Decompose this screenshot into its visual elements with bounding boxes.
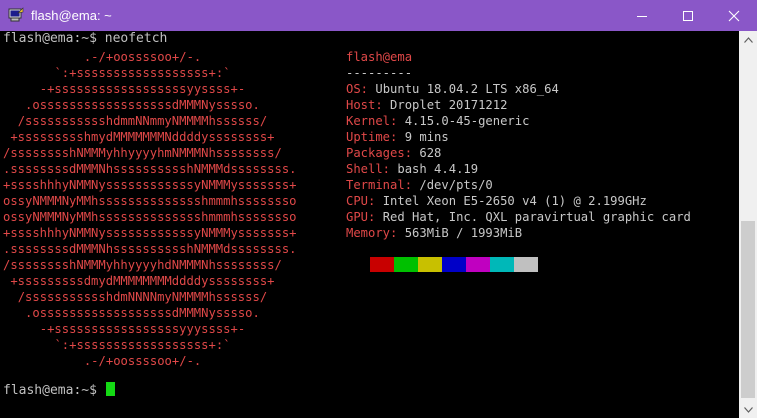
info-key: CPU:: [346, 194, 376, 208]
logo-line: /ssssssssssshdmmNNmmyNMMMMhssssss/: [17, 114, 268, 128]
logo-line: +sssshhhyNMMNyssssssssssssyNMMMysssssss+: [3, 178, 297, 192]
logo-line: ossyNMMMNyMMhsssssssssssssshmmmhssssssso: [3, 194, 297, 208]
info-value: Red Hat, Inc. QXL paravirtual graphic ca…: [375, 210, 691, 224]
color-swatch: [418, 257, 442, 272]
logo-line: /sssssssshNMMMyhhyyyyhmNMMMNhssssssss/: [3, 146, 282, 160]
info-value: 9 mins: [397, 130, 449, 144]
scroll-down-button[interactable]: [739, 401, 757, 418]
window-title: flash@ema: ~: [31, 8, 112, 23]
logo-line: /sssssssshNMMMyhhyyyyhdNMMMNhssssssss/: [3, 258, 282, 272]
chevron-up-icon: [743, 36, 753, 43]
logo-line: `:+ssssssssssssssssss+:`: [54, 338, 231, 352]
close-button[interactable]: [711, 0, 757, 31]
terminal-window: flash@ema: ~ flash@ema:~$ neofetch .-/+o…: [0, 0, 757, 418]
color-palette: [370, 257, 538, 272]
color-swatch: [370, 257, 394, 272]
info-value: 628: [412, 146, 442, 160]
minimize-button[interactable]: [619, 0, 665, 31]
info-key: Memory:: [346, 226, 398, 240]
info-row: Memory: 563MiB / 1993MiB: [346, 225, 522, 241]
logo-line: -+sssssssssssssssssyyyssss+-: [39, 322, 246, 336]
info-value: /dev/pts/0: [412, 178, 493, 192]
color-swatch: [514, 257, 538, 272]
command-line: flash@ema:~$ neofetch: [3, 31, 168, 46]
logo-line: `:+ssssssssssssssssss+:`: [54, 66, 231, 80]
color-swatch: [490, 257, 514, 272]
logo-line: .ossssssssssssssssssdMMMNysssso.: [25, 306, 260, 320]
logo-line: .-/+oossssoo+/-.: [83, 354, 202, 368]
minimize-icon: [637, 15, 647, 17]
maximize-icon: [683, 10, 693, 21]
info-key: Shell:: [346, 162, 391, 176]
info-row: Terminal: /dev/pts/0: [346, 177, 493, 193]
user-host: flash@ema: [346, 50, 413, 64]
logo-line: /ssssssssssshdmNNNNmyNMMMMhssssss/: [17, 290, 268, 304]
info-key: Packages:: [346, 146, 413, 160]
text-cursor: [105, 382, 115, 396]
separator: ---------: [346, 66, 413, 80]
info-row: CPU: Intel Xeon E5-2650 v4 (1) @ 2.199GH…: [346, 193, 647, 209]
info-row: Uptime: 9 mins: [346, 129, 449, 145]
info-row: GPU: Red Hat, Inc. QXL paravirtual graph…: [346, 209, 691, 225]
vertical-scrollbar[interactable]: [739, 31, 757, 418]
logo-line: ossyNMMMNyMMhsssssssssssssshmmmhssssssso: [3, 210, 297, 224]
info-value: Intel Xeon E5-2650 v4 (1) @ 2.199GHz: [375, 194, 647, 208]
maximize-button[interactable]: [665, 0, 711, 31]
color-swatch: [442, 257, 466, 272]
info-row: Packages: 628: [346, 145, 441, 161]
info-value: bash 4.4.19: [390, 162, 479, 176]
info-value: Droplet 20171212: [382, 98, 508, 112]
chevron-down-icon: [743, 406, 753, 413]
color-swatch: [394, 257, 418, 272]
info-value: 563MiB / 1993MiB: [397, 226, 523, 240]
logo-line: .ssssssssdMMMNhsssssssssshNMMMdssssssss.: [3, 162, 297, 176]
info-value: Ubuntu 18.04.2 LTS x86_64: [368, 82, 559, 96]
info-key: OS:: [346, 82, 369, 96]
info-row: OS: Ubuntu 18.04.2 LTS x86_64: [346, 81, 559, 97]
info-row: Host: Droplet 20171212: [346, 97, 507, 113]
info-key: Terminal:: [346, 178, 413, 192]
prompt-line[interactable]: flash@ema:~$: [3, 382, 115, 398]
logo-line: +ssssssssshmydMMMMMMMNddddyssssssss+: [10, 130, 275, 144]
logo-line: +sssshhhyNMMNyssssssssssssyNMMMysssssss+: [3, 226, 297, 240]
info-key: Host:: [346, 98, 383, 112]
close-icon: [728, 10, 740, 21]
terminal-output[interactable]: flash@ema:~$ neofetch .-/+oossssoo+/-. `:…: [0, 31, 739, 418]
logo-line: .-/+oossssoo+/-.: [83, 50, 202, 64]
logo-line: .ssssssssdMMMNhsssssssssshNMMMdssssssss.: [3, 242, 297, 256]
title-bar[interactable]: flash@ema: ~: [0, 0, 757, 31]
logo-line: -+ssssssssssssssssssyyssss+-: [39, 82, 246, 96]
info-key: Uptime:: [346, 130, 398, 144]
scroll-up-button[interactable]: [739, 31, 757, 48]
info-row: Kernel: 4.15.0-45-generic: [346, 113, 529, 129]
prompt-text: flash@ema:~$: [3, 383, 105, 398]
info-row: Shell: bash 4.4.19: [346, 161, 478, 177]
scrollbar-thumb[interactable]: [741, 221, 755, 398]
logo-line: .ossssssssssssssssssdMMMNysssso.: [25, 98, 260, 112]
info-key: GPU:: [346, 210, 376, 224]
info-value: 4.15.0-45-generic: [397, 114, 530, 128]
putty-terminal-icon: [8, 7, 24, 23]
color-swatch: [466, 257, 490, 272]
logo-line: +sssssssssdmydMMMMMMMMddddyssssssss+: [10, 274, 275, 288]
info-key: Kernel:: [346, 114, 398, 128]
